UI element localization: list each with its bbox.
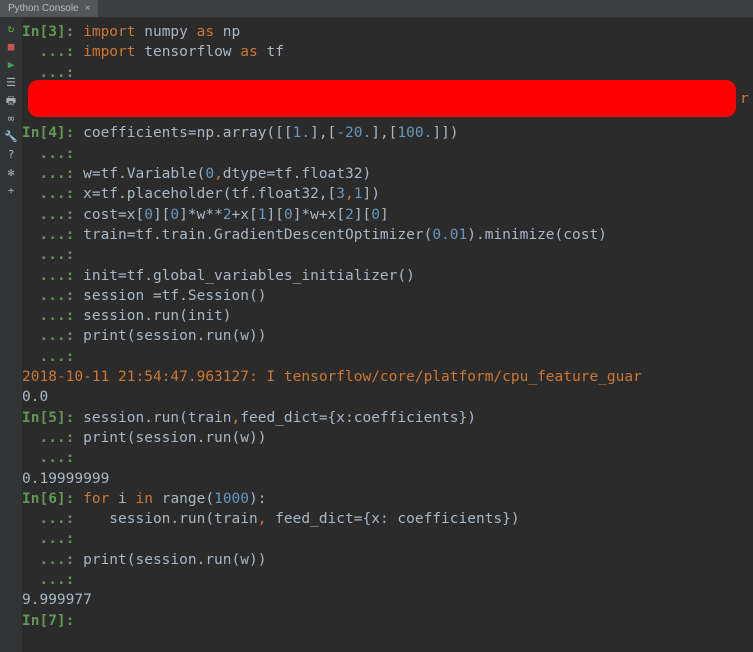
- link-icon[interactable]: ∞: [3, 111, 19, 127]
- prompt-in-5: In[5]:: [22, 410, 83, 426]
- output-4: 0.0: [22, 389, 48, 405]
- main-area: ↻ ■ ▶ ☰ 🖶 ∞ 🔧 ? ✻ + r In[3]: import nump…: [0, 18, 753, 652]
- list-icon[interactable]: ☰: [3, 75, 19, 91]
- prompt-in-4: In[4]:: [22, 125, 83, 141]
- tab-bar: Python Console ×: [0, 0, 753, 18]
- add-icon[interactable]: +: [3, 183, 19, 199]
- prompt-in-3: In[3]:: [22, 24, 83, 40]
- print-icon[interactable]: 🖶: [3, 93, 19, 109]
- close-icon[interactable]: ×: [85, 2, 91, 16]
- tab-label: Python Console: [8, 2, 79, 16]
- settings-icon[interactable]: 🔧: [3, 129, 19, 145]
- highlight-banner: [28, 80, 736, 117]
- run-icon[interactable]: ▶: [3, 57, 19, 73]
- output-5: 0.19999999: [22, 471, 109, 487]
- tab-python-console[interactable]: Python Console ×: [0, 0, 98, 17]
- help-icon[interactable]: ?: [3, 147, 19, 163]
- rerun-icon[interactable]: ↻: [3, 21, 19, 37]
- console-content[interactable]: r In[3]: import numpy as np ...: import …: [22, 18, 753, 652]
- log-message: tensorflow/core/platform/cpu_feature_gua…: [284, 369, 642, 385]
- output-6: 9.999977: [22, 592, 92, 608]
- partial-char: r: [740, 89, 749, 109]
- gear-icon[interactable]: ✻: [3, 165, 19, 181]
- stop-icon[interactable]: ■: [3, 39, 19, 55]
- prompt-in-6: In[6]:: [22, 491, 83, 507]
- prompt-in-7: In[7]:: [22, 613, 83, 629]
- log-timestamp: 2018-10-11 21:54:47.963127: I: [22, 369, 284, 385]
- gutter: ↻ ■ ▶ ☰ 🖶 ∞ 🔧 ? ✻ +: [0, 18, 22, 652]
